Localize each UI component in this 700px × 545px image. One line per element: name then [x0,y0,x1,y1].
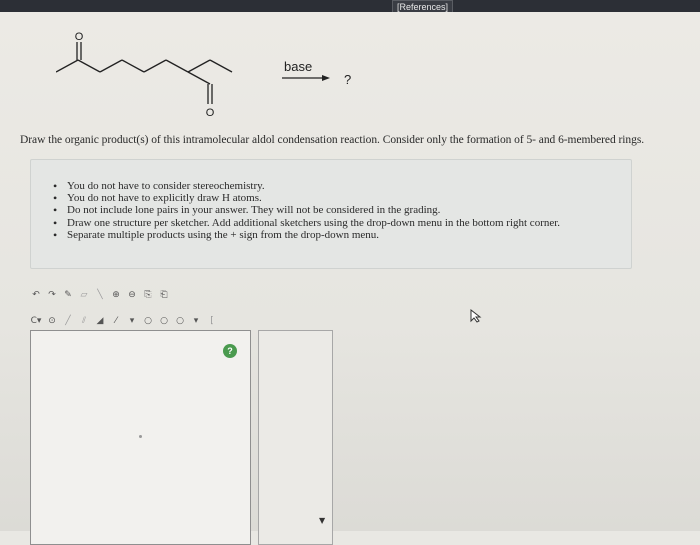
bond [143,59,167,73]
zoom-in-icon[interactable]: ⊕ [110,289,122,301]
mouse-pointer-icon [470,309,482,323]
wedge-bond-icon[interactable]: ◢ [94,315,106,327]
instruction-item: Separate multiple products using the + s… [53,229,560,241]
bond [56,59,79,73]
oxygen-label: O [206,107,215,119]
bond-icon[interactable]: ╲ [94,289,106,301]
reactant-structure: O O [56,32,233,119]
bond [187,71,211,85]
charge-icon[interactable]: ⊙ [46,315,58,327]
bond [99,59,123,73]
sketcher-toolbar-bottom: C▾ ⊙ ╱ ⫽ ◢ ⁄ ▾ ○ ○ ○ ▾ [ [30,314,218,328]
ring-icon[interactable]: ○ [142,315,154,327]
single-bond-icon[interactable]: ╱ [62,315,74,327]
double-bond-icon[interactable]: ⫽ [78,315,90,327]
help-button[interactable]: ? [223,344,237,358]
copy-icon[interactable]: ⎘ [142,289,154,301]
instructions-list: You do not have to consider stereochemis… [31,180,560,241]
eraser-icon[interactable]: ▱ [78,289,90,301]
ring-icon[interactable]: ○ [174,315,186,327]
sketcher-canvas[interactable] [30,330,251,545]
reagent-label: base [284,59,313,74]
bond [165,59,189,73]
ring-icon[interactable]: ○ [158,315,170,327]
question-text: Draw the organic product(s) of this intr… [20,134,645,146]
sketcher-toolbar-top: ↶ ↷ ✎ ▱ ╲ ⊕ ⊖ ⎘ ⎗ [30,288,170,302]
instruction-item: Do not include lone pairs in your answer… [53,204,560,216]
atom-dropdown-icon[interactable]: C▾ [30,315,42,327]
canvas-marker [139,435,142,438]
oxygen-label: O [75,32,84,43]
bond [77,59,101,73]
instruction-item: You do not have to consider stereochemis… [53,180,560,192]
top-bar: [References] [0,0,700,14]
undo-icon[interactable]: ↶ [30,289,42,301]
product-placeholder: ? [344,72,352,87]
paste-icon[interactable]: ⎗ [158,289,170,301]
ring-dropdown-icon[interactable]: ▾ [190,315,202,327]
zoom-out-icon[interactable]: ⊖ [126,289,138,301]
sketcher-dropdown[interactable] [258,330,333,545]
pencil-icon[interactable]: ✎ [62,289,74,301]
chevron-down-icon[interactable]: ▼ [319,516,325,525]
redo-icon[interactable]: ↷ [46,289,58,301]
bond [209,59,233,73]
bond [121,59,145,73]
reaction-arrow-icon [282,75,330,81]
instructions-box: You do not have to consider stereochemis… [30,159,632,269]
instruction-item: Draw one structure per sketcher. Add add… [53,217,560,229]
template-icon[interactable]: [ [206,315,218,327]
question-page: O O base ? Draw the organic product(s) o… [0,12,700,545]
bond-dropdown-icon[interactable]: ▾ [126,315,138,327]
instruction-item: You do not have to explicitly draw H ato… [53,192,560,204]
chain-icon[interactable]: ⁄ [110,315,122,327]
bond [187,59,211,73]
